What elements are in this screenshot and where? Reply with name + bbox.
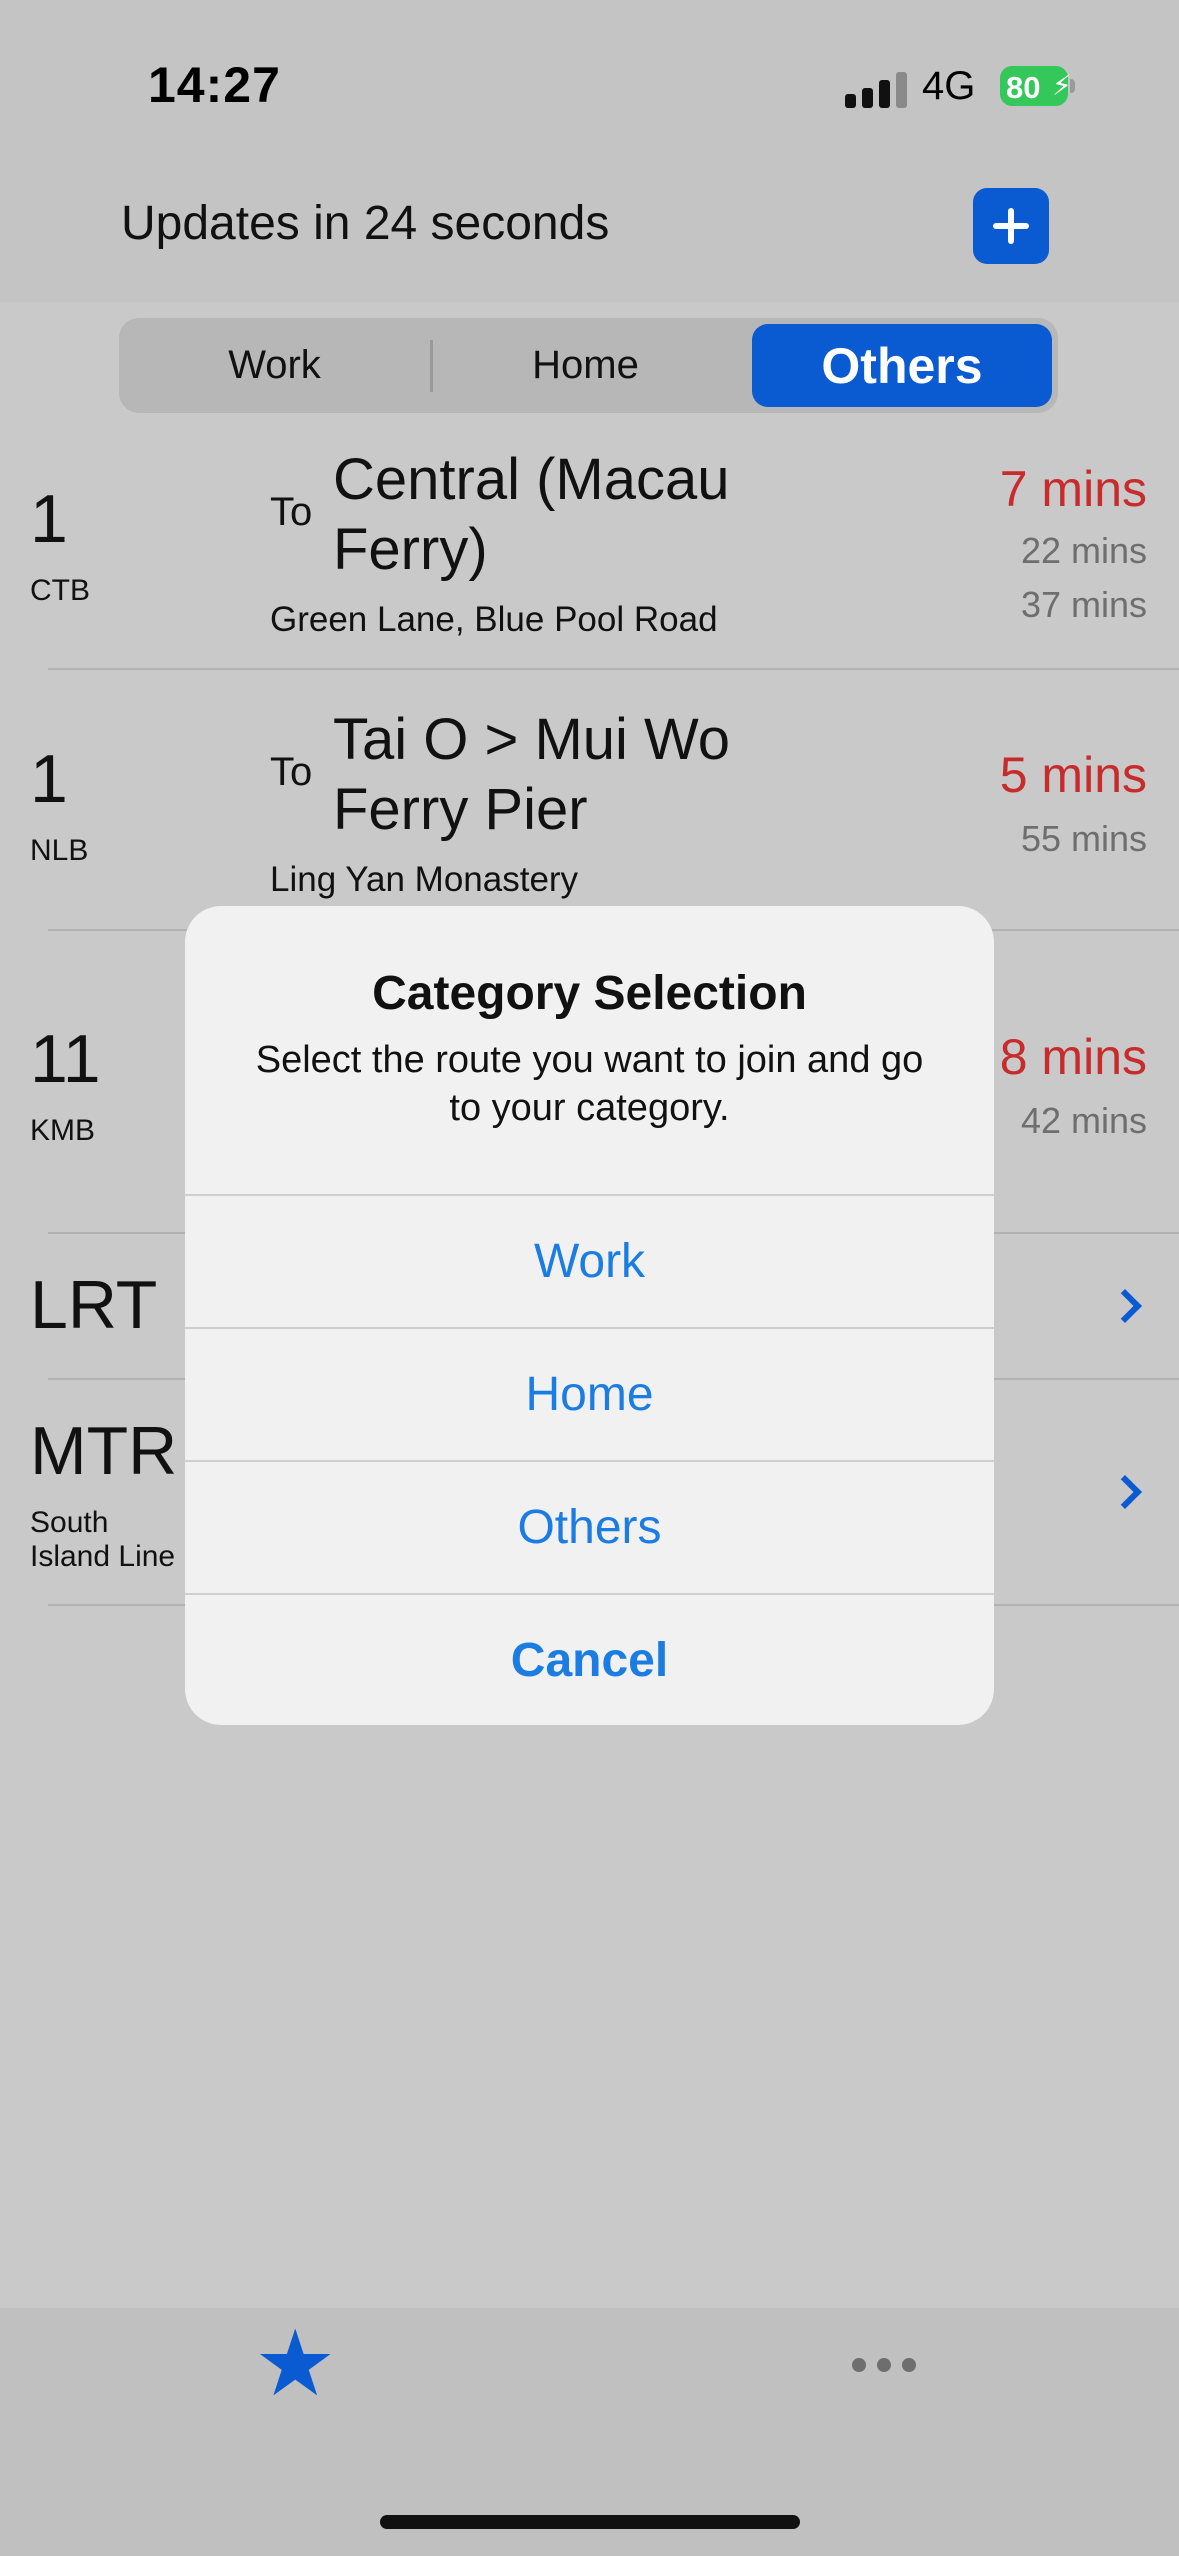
dialog-title: Category Selection [372,967,807,1020]
category-selection-dialog: Category Selection Select the route you … [185,906,994,1725]
app-screen: 14:27 4G 80 ⚡ Updates in 24 seconds Work… [0,0,1179,2556]
dialog-home-button[interactable]: Home [185,1327,994,1460]
dialog-others-button[interactable]: Others [185,1460,994,1593]
dialog-message: Select the route you want to join and go… [255,1039,924,1129]
dialog-work-button[interactable]: Work [185,1194,994,1327]
dialog-cancel-button[interactable]: Cancel [185,1593,994,1725]
